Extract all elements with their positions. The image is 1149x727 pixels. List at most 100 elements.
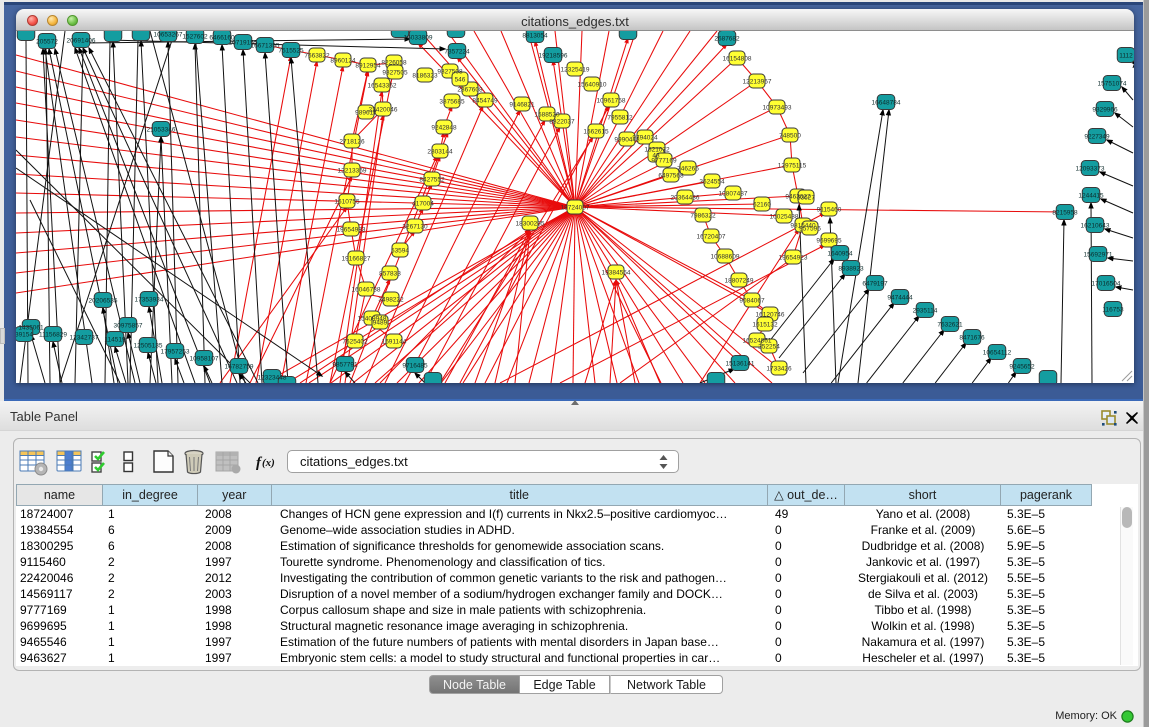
svg-text:(x): (x): [262, 457, 275, 469]
svg-text:417004: 417004: [412, 201, 434, 208]
svg-text:546: 546: [455, 77, 466, 84]
svg-text:3875685: 3875685: [439, 99, 465, 106]
svg-text:15692971: 15692971: [1084, 252, 1113, 259]
svg-text:16543362: 16543362: [368, 83, 397, 90]
svg-text:6497568: 6497568: [658, 173, 684, 180]
svg-text:2687682: 2687682: [714, 36, 740, 43]
svg-text:20364436: 20364436: [671, 195, 700, 202]
svg-text:7515525: 7515525: [278, 48, 304, 55]
svg-text:8454749: 8454749: [472, 98, 498, 105]
svg-text:1562615: 1562615: [583, 129, 609, 136]
svg-text:3624554: 3624554: [699, 179, 725, 186]
svg-text:16154808: 16154808: [723, 56, 752, 63]
svg-text:15640910: 15640910: [578, 82, 607, 89]
svg-text:17353934: 17353934: [135, 297, 164, 304]
svg-text:1112: 1112: [1119, 53, 1133, 60]
svg-text:12213369: 12213369: [338, 168, 367, 175]
svg-text:7357224: 7357224: [444, 49, 470, 56]
svg-text:15751074: 15751074: [1098, 81, 1127, 88]
svg-text:7625402: 7625402: [342, 339, 368, 346]
svg-text:9857791: 9857791: [332, 362, 358, 369]
svg-text:857833: 857833: [379, 271, 401, 278]
svg-text:16782759: 16782759: [225, 364, 254, 371]
svg-text:6479197: 6479197: [862, 281, 888, 288]
svg-text:9489: 9489: [373, 320, 388, 327]
svg-text:15136141: 15136141: [726, 361, 755, 368]
svg-text:16720407: 16720407: [697, 234, 726, 241]
svg-text:18300295: 18300295: [516, 221, 545, 228]
svg-text:20206535: 20206535: [89, 298, 118, 305]
svg-text:7955812: 7955812: [607, 115, 633, 122]
svg-text:1435061: 1435061: [18, 325, 44, 332]
svg-text:16210643: 16210643: [1081, 223, 1110, 230]
svg-text:1588520: 1588520: [534, 112, 560, 119]
svg-text:116753: 116753: [1102, 307, 1124, 314]
svg-text:8186323: 8186323: [412, 73, 438, 80]
svg-text:12213967: 12213967: [743, 79, 772, 86]
svg-text:9084067: 9084067: [739, 298, 765, 305]
svg-text:8471676: 8471676: [959, 335, 985, 342]
svg-text:1691144: 1691144: [382, 339, 407, 346]
svg-text:252254: 252254: [758, 344, 780, 351]
svg-text:53627: 53627: [797, 195, 815, 202]
svg-text:8215958: 8215958: [1052, 210, 1078, 217]
svg-text:9245652: 9245652: [1009, 364, 1035, 371]
svg-text:39154: 39154: [16, 332, 33, 339]
svg-text:9777169: 9777169: [651, 158, 677, 165]
svg-text:9474444: 9474444: [887, 295, 913, 302]
svg-text:1733426: 1733426: [766, 366, 792, 373]
svg-text:1640954: 1640954: [827, 251, 853, 258]
svg-text:205572: 205572: [36, 39, 58, 46]
svg-text:1610755: 1610755: [334, 199, 360, 206]
svg-text:1527602: 1527602: [182, 34, 208, 41]
svg-text:10653267: 10653267: [154, 32, 183, 39]
svg-text:8226058: 8226058: [381, 60, 407, 67]
svg-text:1244415: 1244415: [1078, 193, 1104, 200]
svg-text:9115460: 9115460: [817, 207, 842, 214]
svg-text:17016504: 17016504: [1092, 281, 1121, 288]
svg-text:2803144: 2803144: [427, 149, 453, 156]
svg-text:19166827: 19166827: [342, 256, 371, 263]
svg-text:8938923: 8938923: [838, 266, 864, 273]
svg-text:19384554: 19384554: [602, 270, 631, 277]
svg-text:16120746: 16120746: [756, 312, 785, 319]
svg-text:53594: 53594: [391, 248, 409, 255]
svg-text:10958107: 10958107: [190, 356, 219, 363]
svg-text:16648784: 16648784: [872, 100, 901, 107]
svg-text:8427552: 8427552: [419, 177, 445, 184]
svg-text:20691406: 20691406: [67, 38, 96, 45]
svg-text:21053346: 21053346: [147, 127, 176, 134]
svg-text:9716485: 9716485: [402, 363, 428, 370]
svg-text:10654112: 10654112: [983, 350, 1012, 357]
svg-text:18807249: 18807249: [725, 278, 754, 285]
svg-text:9242848: 9242848: [431, 125, 457, 132]
svg-text:9699695: 9699695: [816, 238, 842, 245]
svg-text:8813054: 8813054: [522, 33, 548, 40]
svg-text:989617: 989617: [355, 110, 377, 117]
svg-text:17957253: 17957253: [161, 349, 190, 356]
svg-text:7986322: 7986322: [690, 213, 716, 220]
svg-text:8960124: 8960124: [330, 58, 356, 65]
svg-text:3498222: 3498222: [378, 297, 404, 304]
svg-text:16033809: 16033809: [404, 35, 433, 42]
svg-text:11156829: 11156829: [39, 332, 67, 339]
svg-text:746266: 746266: [677, 166, 699, 173]
svg-text:18724007: 18724007: [561, 205, 590, 212]
svg-text:62160: 62160: [753, 202, 771, 209]
svg-text:10973493: 10973493: [763, 105, 792, 112]
svg-text:30975857: 30975857: [114, 323, 143, 330]
svg-text:10961758: 10961758: [597, 98, 626, 105]
svg-text:12342737: 12342737: [70, 335, 99, 342]
svg-text:7663822: 7663822: [304, 53, 330, 60]
svg-text:2935114: 2935114: [913, 308, 938, 315]
svg-text:7632621: 7632621: [937, 322, 963, 329]
svg-text:19654923: 19654923: [779, 255, 808, 262]
svg-text:9327508: 9327508: [437, 69, 463, 76]
svg-text:12325419: 12325419: [561, 67, 590, 74]
svg-text:9227349: 9227349: [1084, 134, 1110, 141]
svg-text:8912954: 8912954: [355, 63, 381, 70]
svg-text:10688609: 10688609: [711, 254, 740, 261]
svg-text:748500: 748500: [779, 133, 801, 140]
svg-text:10025438: 10025438: [770, 214, 799, 221]
svg-text:3267130: 3267130: [402, 224, 428, 231]
